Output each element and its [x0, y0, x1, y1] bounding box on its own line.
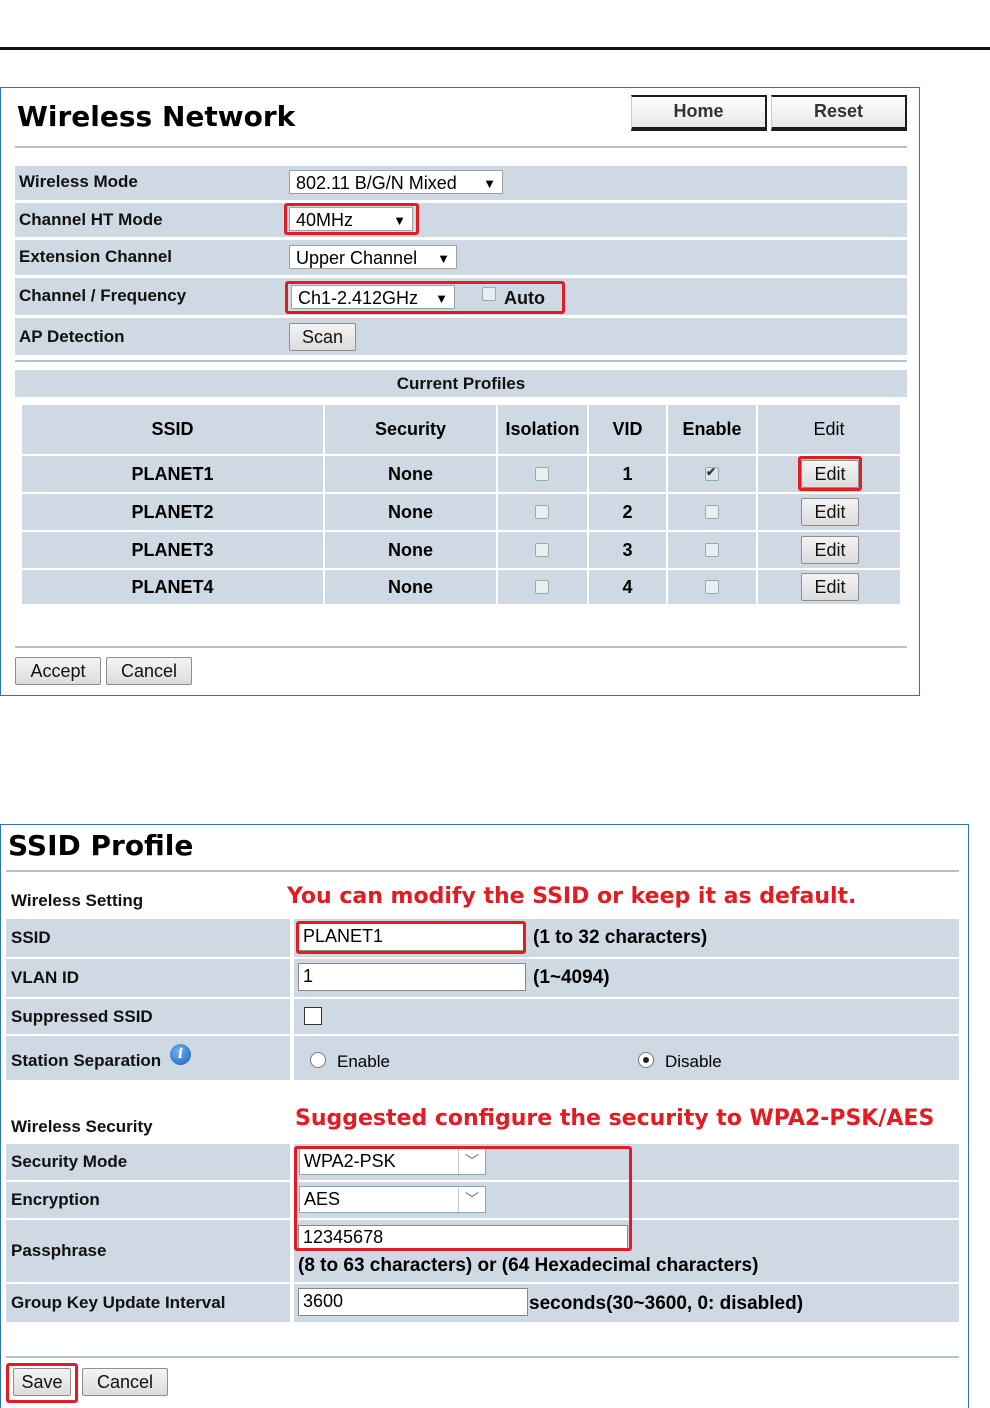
profile-title-divider: [6, 870, 959, 872]
scan-button[interactable]: Scan: [289, 323, 356, 351]
current-profiles-title: Current Profiles: [396, 374, 526, 393]
isolation-checkbox[interactable]: [535, 505, 549, 519]
highlight-channel-frequency: [285, 281, 565, 314]
table-cell-vid: 3: [589, 532, 666, 568]
channel-ht-mode-label: Channel HT Mode: [19, 210, 163, 229]
edit-button[interactable]: Edit: [801, 536, 859, 564]
highlight-ssid-input: [296, 921, 526, 954]
table-cell-security: None: [325, 494, 496, 530]
edit-button[interactable]: Edit: [801, 573, 859, 601]
enable-checkbox[interactable]: [705, 543, 719, 557]
isolation-checkbox[interactable]: [535, 543, 549, 557]
dropdown-arrow-icon: ▼: [483, 176, 496, 191]
group-key-hint: seconds(30~3600, 0: disabled): [529, 1293, 804, 1314]
station-separation-label: Station Separation: [11, 1051, 162, 1070]
accept-button[interactable]: Accept: [15, 657, 101, 685]
wireless-setting-heading: Wireless Setting: [11, 891, 144, 910]
top-divider: [0, 47, 990, 50]
passphrase-hint: (8 to 63 characters) or (64 Hexadecimal …: [298, 1255, 759, 1276]
enable-checkbox[interactable]: [705, 580, 719, 594]
group-key-input[interactable]: 3600: [298, 1288, 528, 1316]
ssid-label: SSID: [11, 928, 51, 947]
ssid-profile-title: SSID Profile: [8, 829, 194, 862]
extension-channel-select[interactable]: Upper Channel ▼: [289, 245, 457, 269]
column-header-edit: Edit: [758, 405, 900, 454]
table-cell-security: None: [325, 532, 496, 568]
table-cell-vid: 4: [589, 570, 666, 604]
suppressed-ssid-checkbox[interactable]: [304, 1007, 322, 1025]
table-cell-security: None: [325, 456, 496, 492]
isolation-checkbox[interactable]: [535, 580, 549, 594]
passphrase-label: Passphrase: [11, 1241, 107, 1260]
highlight-edit-planet1: [798, 456, 862, 491]
section-divider: [15, 360, 907, 362]
reset-button[interactable]: Reset: [771, 95, 907, 131]
separation-enable-label: Enable: [337, 1052, 390, 1071]
table-cell-enable: [668, 456, 756, 492]
table-cell-isolation: [498, 570, 587, 604]
footer-divider: [15, 646, 907, 648]
column-header-ssid: SSID: [22, 405, 323, 454]
page-title: Wireless Network: [17, 100, 296, 133]
wireless-mode-select[interactable]: 802.11 B/G/N Mixed ▼: [289, 170, 503, 194]
annotation-security: Suggested configure the security to WPA2…: [295, 1106, 935, 1131]
channel-frequency-label: Channel / Frequency: [19, 286, 187, 305]
separation-disable-radio[interactable]: [638, 1052, 654, 1068]
setting-row-ap-detection: [15, 318, 907, 355]
ap-detection-label: AP Detection: [19, 327, 125, 346]
highlight-security-settings: [294, 1146, 632, 1251]
column-header-security: Security: [325, 405, 496, 454]
separation-enable-radio[interactable]: [310, 1052, 326, 1068]
highlight-save-button: [6, 1363, 78, 1403]
enable-checkbox[interactable]: [705, 505, 719, 519]
edit-button[interactable]: Edit: [801, 498, 859, 526]
profile-cancel-button[interactable]: Cancel: [82, 1368, 168, 1396]
home-button[interactable]: Home: [631, 95, 767, 131]
extension-channel-label: Extension Channel: [19, 247, 173, 266]
cancel-button[interactable]: Cancel: [106, 657, 192, 685]
enable-checkbox[interactable]: [705, 465, 719, 481]
security-mode-label: Security Mode: [11, 1152, 128, 1171]
encryption-label: Encryption: [11, 1190, 100, 1209]
table-cell-ssid: PLANET1: [22, 456, 323, 492]
highlight-ht-mode: [284, 203, 419, 235]
column-header-vid: VID: [589, 405, 666, 454]
isolation-checkbox[interactable]: [535, 467, 549, 481]
table-cell-vid: 1: [589, 456, 666, 492]
table-cell-ssid: PLANET2: [22, 494, 323, 530]
wireless-security-heading: Wireless Security: [11, 1117, 153, 1136]
table-cell-enable: [668, 570, 756, 604]
separation-value-cell: [294, 1036, 959, 1080]
table-cell-vid: 2: [589, 494, 666, 530]
profile-footer-divider: [6, 1356, 959, 1358]
info-icon[interactable]: i: [170, 1044, 191, 1065]
ssid-hint: (1 to 32 characters): [533, 927, 708, 948]
vlan-id-input[interactable]: 1: [298, 963, 526, 991]
title-divider: [15, 146, 907, 148]
table-cell-isolation: [498, 494, 587, 530]
table-cell-enable: [668, 494, 756, 530]
table-cell-ssid: PLANET4: [22, 570, 323, 604]
table-cell-security: None: [325, 570, 496, 604]
table-cell-isolation: [498, 532, 587, 568]
group-key-label: Group Key Update Interval: [11, 1293, 226, 1312]
table-cell-ssid: PLANET3: [22, 532, 323, 568]
vlan-hint: (1~4094): [533, 967, 610, 988]
table-cell-enable: [668, 532, 756, 568]
column-header-isolation: Isolation: [498, 405, 587, 454]
separation-disable-label: Disable: [665, 1052, 722, 1071]
suppressed-ssid-label: Suppressed SSID: [11, 1007, 153, 1026]
suppressed-value-cell: [294, 999, 959, 1034]
vlan-id-label: VLAN ID: [11, 968, 79, 987]
wireless-mode-label: Wireless Mode: [19, 172, 138, 191]
table-cell-isolation: [498, 456, 587, 492]
dropdown-arrow-icon: ▼: [437, 251, 450, 266]
annotation-ssid: You can modify the SSID or keep it as de…: [287, 884, 857, 909]
column-header-enable: Enable: [668, 405, 756, 454]
